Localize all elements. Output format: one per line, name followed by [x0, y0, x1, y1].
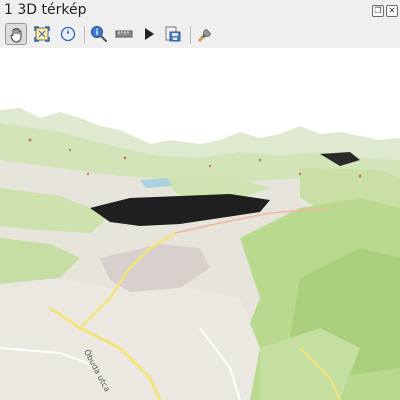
identify-button[interactable] — [88, 23, 110, 45]
zoom-full-icon — [34, 26, 50, 42]
window-titlebar: 1 3D térkép ❐ ✕ — [0, 0, 400, 20]
map-toolbar — [0, 22, 400, 48]
identify-icon — [91, 26, 108, 43]
configure-button[interactable] — [195, 23, 217, 45]
close-icon[interactable]: ✕ — [386, 5, 398, 17]
zoom-full-button[interactable] — [31, 23, 53, 45]
animation-button[interactable] — [138, 23, 160, 45]
3d-map-canvas[interactable]: Óbuda utca — [0, 48, 400, 400]
toolbar-separator — [84, 26, 85, 44]
toolbar-separator — [190, 26, 191, 44]
camera-north-button[interactable] — [57, 23, 79, 45]
3d-terrain-render — [0, 48, 400, 400]
compass-icon — [60, 26, 76, 42]
restore-icon[interactable]: ❐ — [372, 5, 384, 17]
hand-icon — [10, 28, 22, 43]
pan-tool-button[interactable] — [5, 23, 27, 45]
play-icon — [145, 28, 154, 40]
save-image-icon — [165, 26, 181, 42]
wrench-icon — [198, 29, 211, 42]
export-image-button[interactable] — [162, 23, 184, 45]
measure-button[interactable] — [113, 23, 135, 45]
window-title: 1 3D térkép — [4, 2, 87, 18]
ruler-icon — [115, 30, 133, 38]
